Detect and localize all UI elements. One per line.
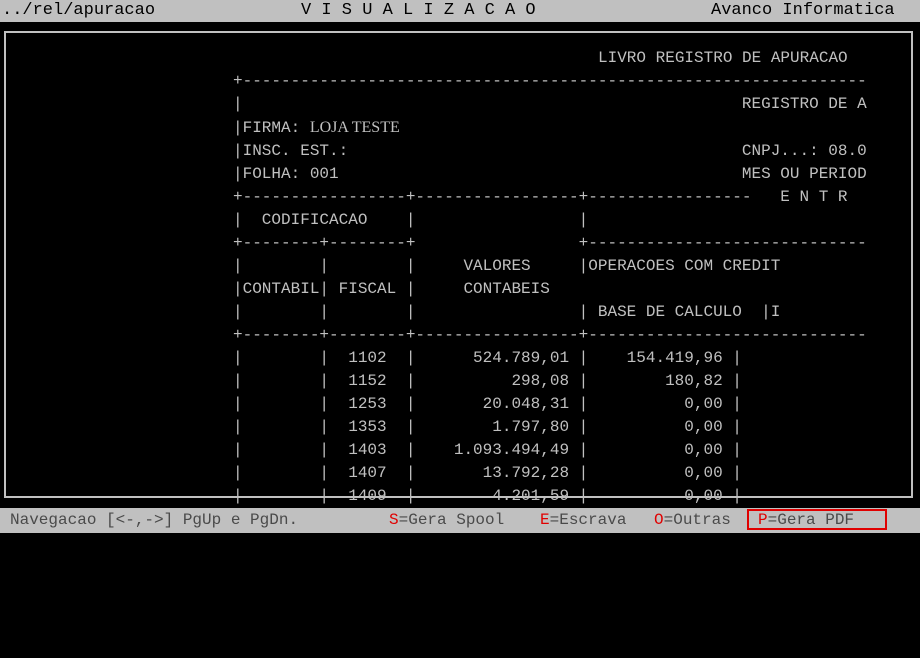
table-row: | | 1409 | 4.201,59 | 0,00 | bbox=[233, 487, 742, 505]
table-row: | | 1152 | 298,08 | 180,82 | bbox=[233, 372, 742, 390]
header-line: | | | | BASE DE CALCULO |I bbox=[233, 303, 781, 321]
header-line: |CONTABIL| FISCAL | CONTABEIS bbox=[233, 280, 550, 298]
header-line: +---------------------------------------… bbox=[233, 72, 867, 90]
spool-hotkey: S bbox=[389, 511, 399, 529]
outras-label: =Outras bbox=[663, 511, 731, 529]
header-line: +-----------------+-----------------+---… bbox=[233, 188, 848, 206]
table-row: | | 1353 | 1.797,80 | 0,00 | bbox=[233, 418, 742, 436]
outras-hotkey: O bbox=[654, 511, 664, 529]
header-line: | REGISTRO DE A bbox=[233, 95, 867, 113]
report-grid: +---------------------------------------… bbox=[233, 70, 867, 508]
outras-option[interactable]: O=Outras bbox=[654, 508, 731, 533]
header-line: +--------+--------+-----------------+---… bbox=[233, 326, 867, 344]
company-name: Avanco Informatica bbox=[711, 1, 895, 20]
table-row: | | 1403 | 1.093.494,49 | 0,00 | bbox=[233, 441, 742, 459]
screen-title: V I S U A L I Z A C A O bbox=[301, 1, 536, 20]
table-row: | | 1102 | 524.789,01 | 154.419,96 | bbox=[233, 349, 742, 367]
header-line: | | | VALORES |OPERACOES COM CREDIT bbox=[233, 257, 781, 275]
header-line: | CODIFICACAO | | bbox=[233, 211, 589, 229]
navigation-hint: Navegacao [<-,->] PgUp e PgDn. bbox=[10, 511, 299, 529]
header-line: +--------+--------+ +-------------------… bbox=[233, 234, 867, 252]
path-label: ../rel/apuracao bbox=[2, 1, 156, 20]
table-row: | | 1253 | 20.048,31 | 0,00 | bbox=[233, 395, 742, 413]
header-line: |FOLHA: 001 MES OU PERIOD bbox=[233, 165, 867, 183]
escrava-label: =Escrava bbox=[549, 511, 627, 529]
spool-label: =Gera Spool bbox=[398, 511, 505, 529]
header-line: |INSC. EST.: CNPJ...: 08.0 bbox=[233, 142, 867, 160]
table-row: | | 1407 | 13.792,28 | 0,00 | bbox=[233, 464, 742, 482]
title-bar: ../rel/apuracao V I S U A L I Z A C A O … bbox=[0, 0, 920, 22]
firm-name: LOJA TESTE bbox=[309, 119, 400, 136]
escrava-hotkey: E bbox=[540, 511, 550, 529]
escrava-option[interactable]: E=Escrava bbox=[540, 508, 626, 533]
gera-spool-option[interactable]: S=Gera Spool bbox=[389, 508, 504, 533]
header-line: |FIRMA: bbox=[233, 119, 310, 137]
pdf-highlight-box bbox=[747, 509, 887, 530]
book-title: LIVRO REGISTRO DE APURACAO bbox=[598, 49, 848, 67]
